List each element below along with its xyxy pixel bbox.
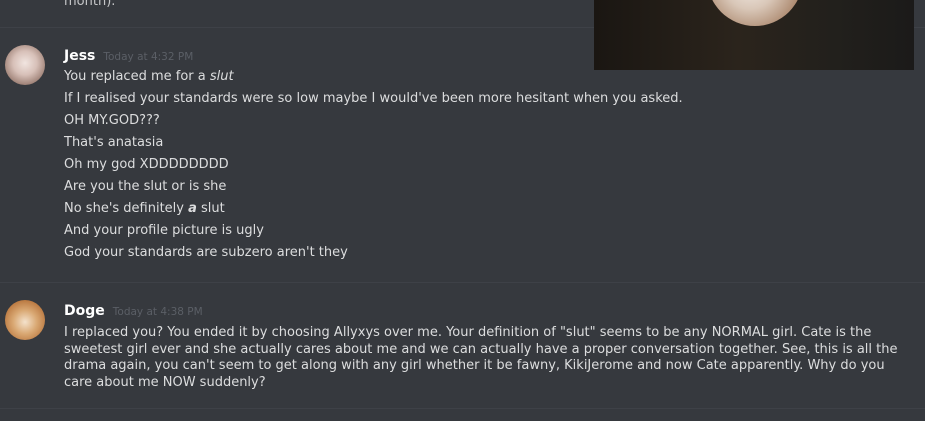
message-line: If I realised your standards were so low… [64, 91, 683, 106]
message-line: And your profile picture is ugly [64, 223, 264, 238]
previous-message-fragment: month). [64, 0, 116, 9]
message-line: God your standards are subzero aren't th… [64, 245, 348, 260]
message-text: I replaced you? You ended it by choosing… [64, 325, 898, 390]
username[interactable]: Doge [64, 303, 105, 319]
message-header: Jess Today at 4:32 PM [64, 48, 193, 64]
bold-italic-text: a [188, 201, 197, 216]
timestamp: Today at 4:38 PM [112, 306, 203, 318]
message-line: Are you the slut or is she [64, 179, 227, 194]
avatar[interactable] [5, 300, 45, 340]
message-line: OH MY.GOD??? [64, 113, 160, 128]
embed-avatar-image [707, 0, 803, 26]
message-header: Doge Today at 4:38 PM [64, 303, 203, 319]
message-line: Oh my god XDDDDDDDD [64, 157, 229, 172]
message-line: No she's definitely a slut [64, 201, 225, 216]
message-line: You replaced me for a slut [64, 69, 234, 84]
avatar[interactable] [5, 45, 45, 85]
divider-middle [0, 282, 925, 283]
message-lines: You replaced me for a slut If I realised… [64, 66, 683, 264]
message-line: That's anatasia [64, 135, 164, 150]
username[interactable]: Jess [64, 48, 95, 64]
divider-bottom [0, 408, 925, 409]
embed-image[interactable] [594, 0, 914, 70]
timestamp: Today at 4:32 PM [103, 51, 194, 63]
italic-text: slut [209, 69, 234, 84]
